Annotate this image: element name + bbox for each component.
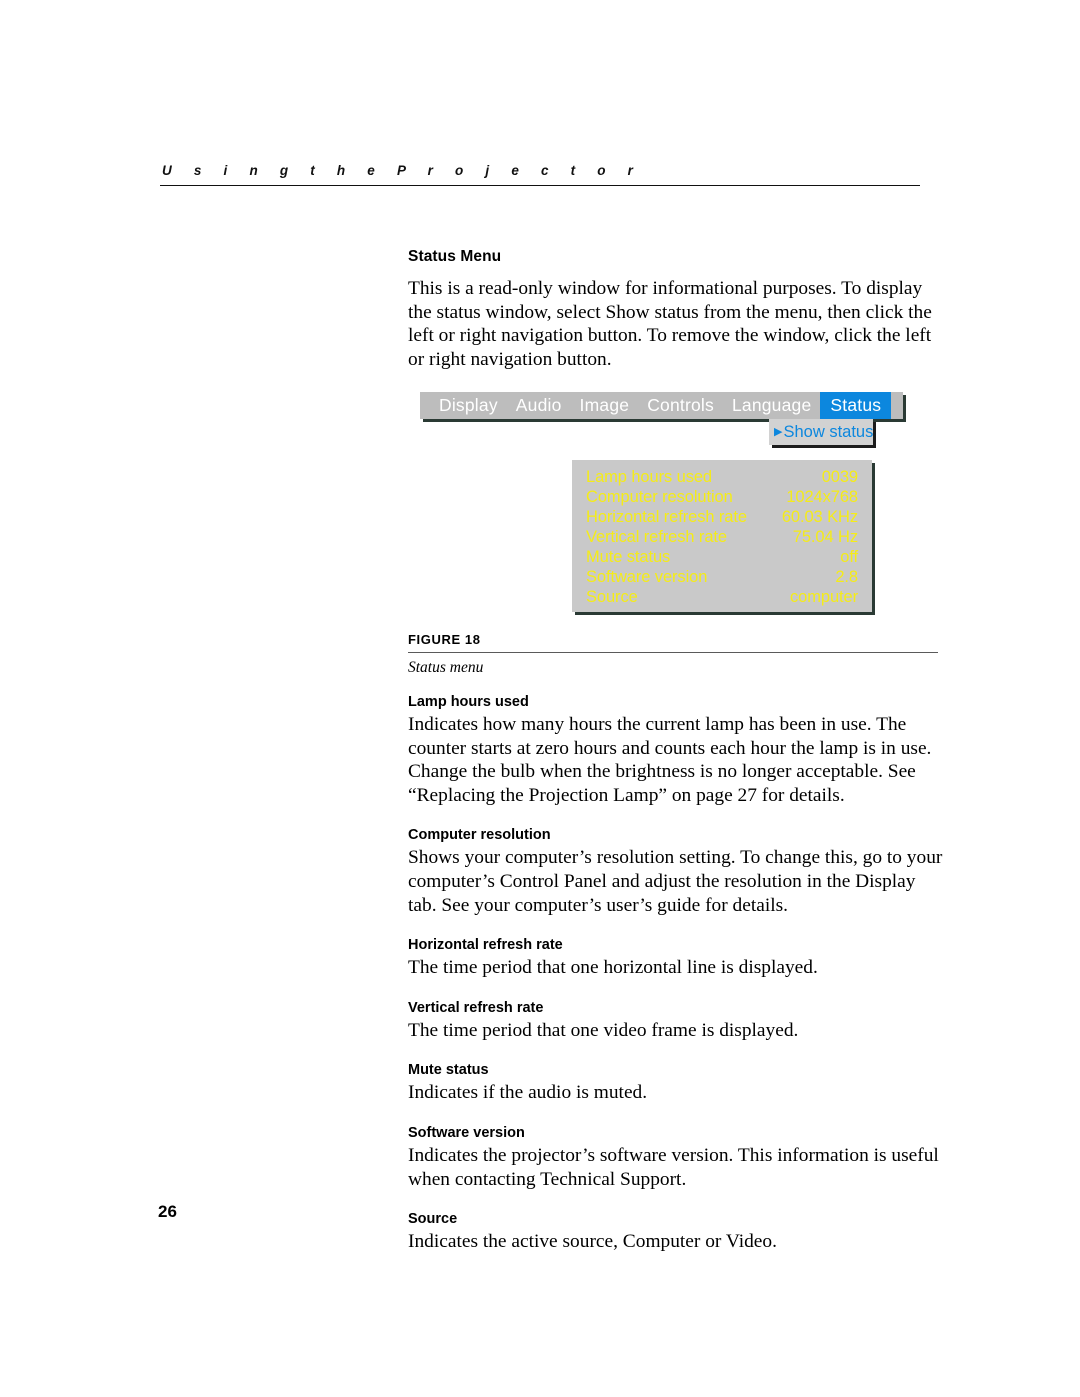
sub-head-horizontal-refresh-rate: Horizontal refresh rate xyxy=(408,937,563,954)
status-value-source: computer xyxy=(790,587,858,606)
show-status-menu-item[interactable]: ▶ Show status xyxy=(769,419,873,445)
status-row: Lamp hours used 0039 xyxy=(572,467,872,487)
status-row: Vertical refresh rate 75.04 Hz xyxy=(572,527,872,547)
status-window: Lamp hours used 0039 Computer resolution… xyxy=(572,460,872,612)
menu-item-display[interactable]: Display xyxy=(430,392,507,419)
status-label-computer-resolution: Computer resolution xyxy=(586,487,733,506)
status-value-mute-status: off xyxy=(840,547,858,566)
sub-head-vertical-refresh-rate: Vertical refresh rate xyxy=(408,999,544,1016)
section-intro-paragraph: This is a read-only window for informati… xyxy=(408,278,932,370)
status-row: Source computer xyxy=(572,587,872,607)
description-lamp-hours-used: Indicates how many hours the current lam… xyxy=(408,714,932,806)
description-horizontal-refresh-rate: The time period that one horizontal line… xyxy=(408,957,818,979)
status-menu-section: Status Menu This is a read-only window f… xyxy=(408,248,938,371)
status-label-vertical-refresh-rate: Vertical refresh rate xyxy=(586,527,727,546)
status-label-lamp-hours-used: Lamp hours used xyxy=(586,467,712,486)
page-number: 26 xyxy=(158,1202,177,1221)
glossary-entry: Horizontal refresh rate The time period … xyxy=(408,937,945,980)
glossary-entry: Software version Indicates the projector… xyxy=(408,1125,945,1191)
status-label-software-version: Software version xyxy=(586,567,708,586)
status-row: Computer resolution 1024x768 xyxy=(572,487,872,507)
menu-item-language[interactable]: Language xyxy=(723,392,820,419)
description-software-version: Indicates the projector’s software versi… xyxy=(408,1144,939,1190)
status-label-source: Source xyxy=(586,587,638,606)
page-title: Status Menu xyxy=(408,248,502,265)
triangle-right-icon: ▶ xyxy=(774,426,783,438)
show-status-label: Show status xyxy=(783,423,874,441)
glossary-entry: Source Indicates the active source, Comp… xyxy=(408,1211,945,1254)
figure-title: Status menu xyxy=(408,659,484,676)
figure-caption: FIGURE 18 Status menu xyxy=(408,632,938,677)
sub-head-software-version: Software version xyxy=(408,1124,525,1141)
glossary-entry: Computer resolution Shows your computer’… xyxy=(408,827,945,917)
running-header-rule xyxy=(160,185,920,186)
description-vertical-refresh-rate: The time period that one video frame is … xyxy=(408,1019,799,1041)
sub-head-lamp-hours-used: Lamp hours used xyxy=(408,694,529,710)
menu-item-status[interactable]: Status xyxy=(820,392,892,419)
glossary-entry: Lamp hours used Indicates how many hours… xyxy=(408,694,945,807)
status-value-software-version: 2.8 xyxy=(835,567,858,586)
menu-item-image[interactable]: Image xyxy=(571,392,639,419)
sub-head-source: Source xyxy=(408,1211,458,1228)
description-computer-resolution: Shows your computer’s resolution setting… xyxy=(408,847,943,916)
description-mute-status: Indicates if the audio is muted. xyxy=(408,1082,648,1104)
status-row: Software version 2.8 xyxy=(572,567,872,587)
sub-head-computer-resolution: Computer resolution xyxy=(408,827,551,844)
status-label-mute-status: Mute status xyxy=(586,547,671,566)
description-source: Indicates the active source, Computer or… xyxy=(408,1231,777,1253)
sub-head-mute-status: Mute status xyxy=(408,1062,489,1079)
glossary-entry: Vertical refresh rate The time period th… xyxy=(408,1000,945,1043)
status-value-horizontal-refresh-rate: 60.03 KHz xyxy=(781,507,858,526)
status-row: Horizontal refresh rate 60.03 KHz xyxy=(572,507,872,527)
running-header-text: U s i n g t h e P r o j e c t o r xyxy=(162,163,643,178)
status-value-vertical-refresh-rate: 75.04 Hz xyxy=(792,527,858,546)
status-item-descriptions: Lamp hours used Indicates how many hours… xyxy=(408,694,945,1254)
glossary-entry: Mute status Indicates if the audio is mu… xyxy=(408,1062,945,1105)
status-row: Mute status off xyxy=(572,547,872,567)
running-header: U s i n g t h e P r o j e c t o r xyxy=(160,163,920,186)
status-value-lamp-hours-used: 0039 xyxy=(821,467,858,486)
status-label-horizontal-refresh-rate: Horizontal refresh rate xyxy=(586,507,747,526)
figure-status-menu-graphic: Display Audio Image Controls Language St… xyxy=(420,392,910,617)
figure-caption-rule xyxy=(408,652,938,653)
figure-number: FIGURE 18 xyxy=(408,632,481,647)
menu-item-controls[interactable]: Controls xyxy=(638,392,723,419)
projector-menu-bar: Display Audio Image Controls Language St… xyxy=(420,392,903,419)
status-value-computer-resolution: 1024x768 xyxy=(786,487,858,506)
menu-item-audio[interactable]: Audio xyxy=(507,392,571,419)
